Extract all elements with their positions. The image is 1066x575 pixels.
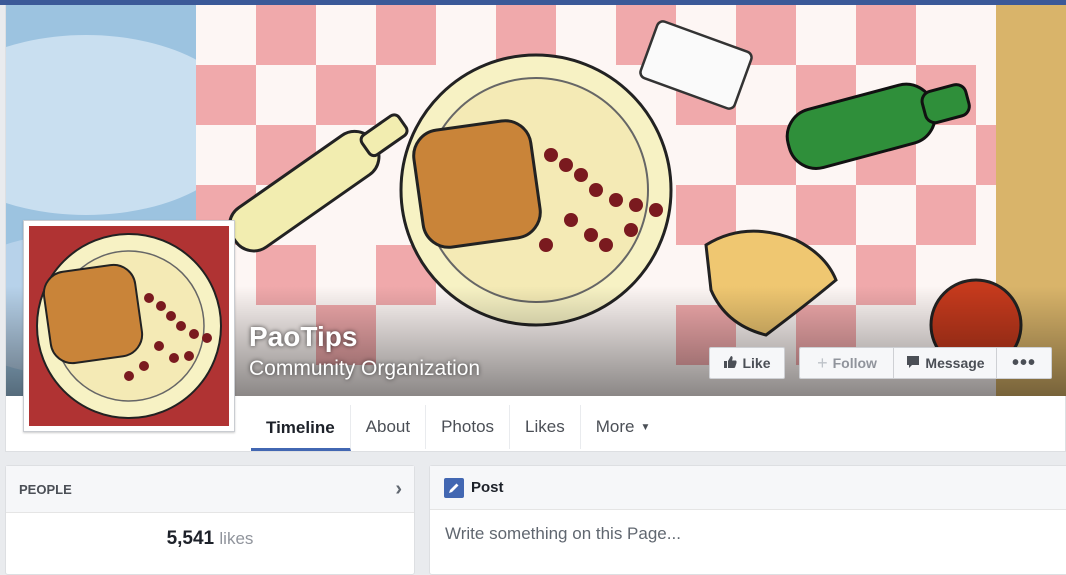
page-title[interactable]: PaoTips	[249, 321, 357, 353]
post-input[interactable]	[445, 524, 1005, 544]
post-composer: Post	[429, 465, 1066, 575]
caret-down-icon: ▼	[640, 421, 651, 433]
thumbs-up-icon	[723, 355, 738, 372]
people-heading: PEOPLE	[19, 481, 72, 497]
page-category[interactable]: Community Organization	[249, 357, 480, 381]
people-card: PEOPLE › 5,541 likes	[5, 465, 415, 575]
people-card-header[interactable]: PEOPLE ›	[6, 466, 414, 513]
chevron-right-icon[interactable]: ›	[395, 478, 402, 501]
like-button-label: Like	[742, 355, 771, 371]
pencil-icon	[444, 477, 464, 498]
page-tabs: Timeline About Photos Likes More ▼	[251, 405, 665, 451]
speech-bubble-icon	[906, 355, 920, 372]
page-header: PaoTips Community Organization Like + Fo…	[5, 5, 1066, 452]
like-button[interactable]: Like	[709, 347, 785, 379]
likes-label: likes	[219, 529, 254, 548]
plus-icon: +	[817, 352, 828, 373]
more-actions-button[interactable]: •••	[996, 347, 1052, 379]
tab-more-label: More	[595, 417, 635, 436]
composer-header[interactable]: Post	[430, 466, 1066, 510]
tab-about[interactable]: About	[351, 405, 427, 449]
follow-button-label: Follow	[832, 355, 877, 371]
message-button-label: Message	[925, 355, 985, 371]
ellipsis-icon: •••	[1011, 352, 1036, 374]
follow-button[interactable]: + Follow	[799, 347, 894, 379]
tab-likes[interactable]: Likes	[510, 405, 581, 449]
message-button[interactable]: Message	[893, 347, 997, 379]
composer-heading: Post	[471, 479, 504, 496]
tab-timeline[interactable]: Timeline	[251, 405, 351, 451]
tab-photos[interactable]: Photos	[426, 405, 511, 449]
profile-picture[interactable]	[23, 220, 235, 432]
tab-more[interactable]: More ▼	[581, 405, 666, 449]
likes-summary: 5,541 likes	[6, 528, 414, 550]
likes-count: 5,541	[166, 528, 215, 549]
